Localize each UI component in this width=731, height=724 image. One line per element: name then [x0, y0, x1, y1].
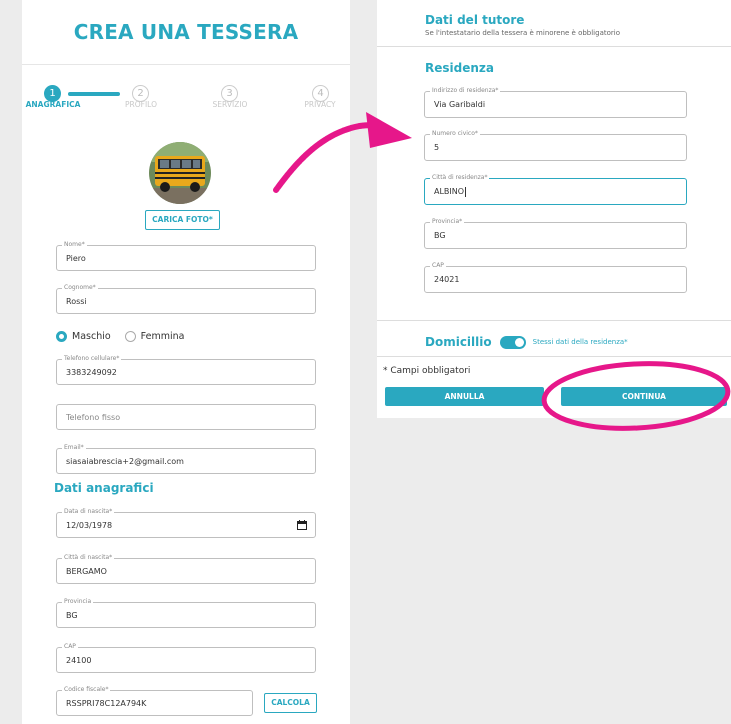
cap-residenza-value: 24021	[434, 275, 460, 284]
cognome-field[interactable]: Cognome* Rossi	[56, 284, 316, 314]
domicilio-heading: Domicillio	[425, 335, 492, 349]
telefono-fisso-field[interactable]: Telefono fisso	[56, 404, 316, 430]
cellulare-field[interactable]: Telefono cellulare* 3383249092	[56, 355, 316, 385]
provincia-nascita-value: BG	[66, 610, 78, 620]
codice-fiscale-field[interactable]: Codice fiscale* RSSPRI78C12A794K	[56, 686, 253, 716]
profile-photo	[149, 142, 211, 204]
provincia-residenza-field[interactable]: Provincia* BG	[424, 218, 687, 249]
domicilio-toggle-label[interactable]: Stessi dati della residenza*	[533, 338, 628, 346]
required-fields-note: * Campi obbligatori	[383, 366, 471, 376]
calcola-button[interactable]: CALCOLA	[264, 693, 317, 713]
nome-value: Piero	[66, 253, 86, 263]
annotation-arrow-icon	[273, 112, 412, 193]
citta-residenza-value-wrap: ALBINO	[434, 179, 467, 204]
tutor-heading: Dati del tutore	[425, 13, 525, 27]
text-cursor	[465, 186, 467, 197]
section-divider	[377, 46, 731, 47]
step-1-label: ANAGRAFICA	[25, 100, 81, 109]
citta-residenza-field[interactable]: Città di residenza* ALBINO	[424, 174, 687, 205]
male-radio-label[interactable]: Maschio	[72, 331, 111, 342]
page-title: CREA UNA TESSERA	[73, 20, 299, 44]
provincia-nascita-field[interactable]: Provincia BG	[56, 598, 316, 628]
gender-radio-group: Maschio Femmina	[56, 331, 198, 342]
provincia-residenza-value: BG	[434, 231, 446, 240]
citta-nascita-field[interactable]: Città di nascita* BERGAMO	[56, 554, 316, 584]
section-divider-2	[377, 320, 731, 321]
data-nascita-field[interactable]: Data di nascita* 12/03/1978	[56, 508, 316, 538]
highlight-circle-annotation	[541, 361, 731, 431]
data-nascita-value: 12/03/1978	[66, 520, 113, 530]
registration-form-continued: Dati del tutore Se l'intestatario della …	[377, 0, 731, 418]
nome-field[interactable]: Nome* Piero	[56, 241, 316, 271]
stepper-progress-bar	[68, 92, 120, 96]
telefono-fisso-placeholder: Telefono fisso	[66, 412, 121, 422]
citta-nascita-value: BERGAMO	[66, 566, 107, 576]
dati-anagrafici-heading: Dati anagrafici	[54, 481, 154, 495]
calendar-icon[interactable]	[297, 520, 307, 530]
email-field[interactable]: Email* siasaiabrescia+2@gmail.com	[56, 444, 316, 474]
codice-fiscale-value: RSSPRI78C12A794K	[66, 698, 147, 708]
civico-field[interactable]: Numero civico* 5	[424, 130, 687, 161]
domicilio-toggle[interactable]	[499, 335, 526, 349]
email-value: siasaiabrescia+2@gmail.com	[66, 456, 184, 466]
cap-nascita-field[interactable]: CAP 24100	[56, 643, 316, 673]
indirizzo-field[interactable]: Indirizzo di residenza* Via Garibaldi	[424, 87, 687, 118]
upload-photo-button[interactable]: CARICA FOTO*	[145, 210, 220, 230]
cognome-value: Rossi	[66, 296, 87, 306]
annulla-button[interactable]: ANNULLA	[385, 387, 544, 406]
cellulare-value: 3383249092	[66, 367, 117, 377]
domicilio-row: Domicillio Stessi dati della residenza*	[425, 335, 628, 349]
toggle-knob	[514, 337, 524, 347]
residenza-heading: Residenza	[425, 61, 494, 75]
tutor-subtitle: Se l'intestatario della tessera è minore…	[425, 29, 620, 37]
step-3-label: SERVIZIO	[212, 100, 248, 109]
section-divider-3	[377, 356, 731, 357]
cap-residenza-field[interactable]: CAP 24021	[424, 262, 687, 293]
step-2-label: PROFILO	[125, 100, 157, 109]
title-divider	[22, 64, 350, 65]
school-bus-photo	[149, 142, 211, 204]
indirizzo-value: Via Garibaldi	[434, 100, 486, 109]
citta-residenza-value: ALBINO	[434, 187, 465, 196]
female-radio-label[interactable]: Femmina	[141, 331, 185, 342]
cap-nascita-value: 24100	[66, 655, 92, 665]
male-radio[interactable]	[56, 331, 67, 342]
female-radio[interactable]	[124, 331, 136, 342]
civico-value: 5	[434, 143, 440, 152]
